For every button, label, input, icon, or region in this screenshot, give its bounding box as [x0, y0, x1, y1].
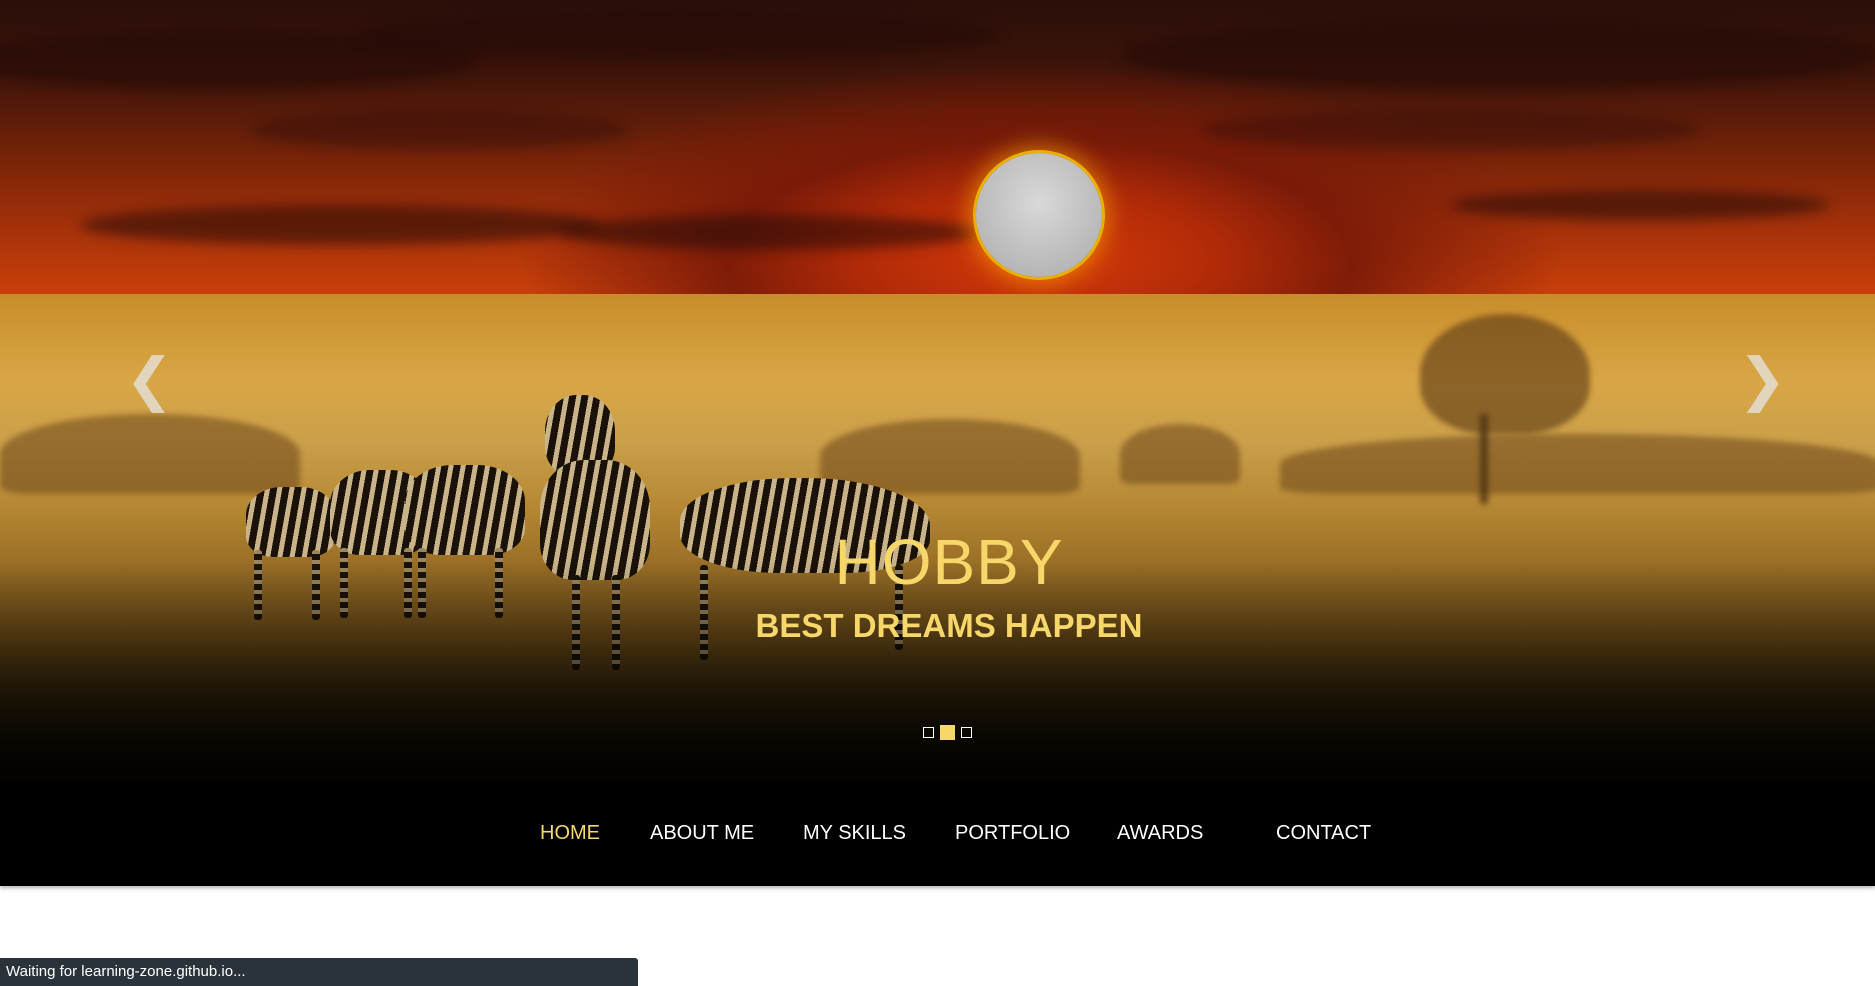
nav-item-my-skills[interactable]: MY SKILLS — [803, 822, 906, 845]
main-navbar: HOME ABOUT ME MY SKILLS PORTFOLIO AWARDS… — [0, 786, 1875, 886]
nav-item-about-me[interactable]: ABOUT ME — [650, 822, 754, 845]
chevron-right-icon[interactable]: ❯ — [1738, 350, 1787, 408]
sun — [976, 153, 1102, 277]
nav-item-awards[interactable]: AWARDS — [1117, 822, 1203, 845]
chevron-left-icon[interactable]: ❮ — [125, 350, 174, 408]
nav-item-portfolio[interactable]: PORTFOLIO — [955, 822, 1070, 845]
browser-status-bar: Waiting for learning-zone.github.io... — [0, 958, 638, 986]
nav-item-contact[interactable]: CONTACT — [1276, 822, 1371, 845]
sunset-sky — [0, 0, 1875, 294]
carousel-indicator-2[interactable] — [940, 725, 955, 740]
slide-title: HOBBY — [834, 526, 1064, 598]
carousel-indicators — [923, 725, 972, 740]
slide-subtitle: BEST DREAMS HAPPEN — [755, 607, 1143, 644]
hero-carousel: ❮ ❯ HOBBY BEST DREAMS HAPPEN — [0, 0, 1875, 786]
nav-item-home[interactable]: HOME — [540, 822, 600, 845]
carousel-indicator-3[interactable] — [961, 727, 972, 738]
carousel-indicator-1[interactable] — [923, 727, 934, 738]
